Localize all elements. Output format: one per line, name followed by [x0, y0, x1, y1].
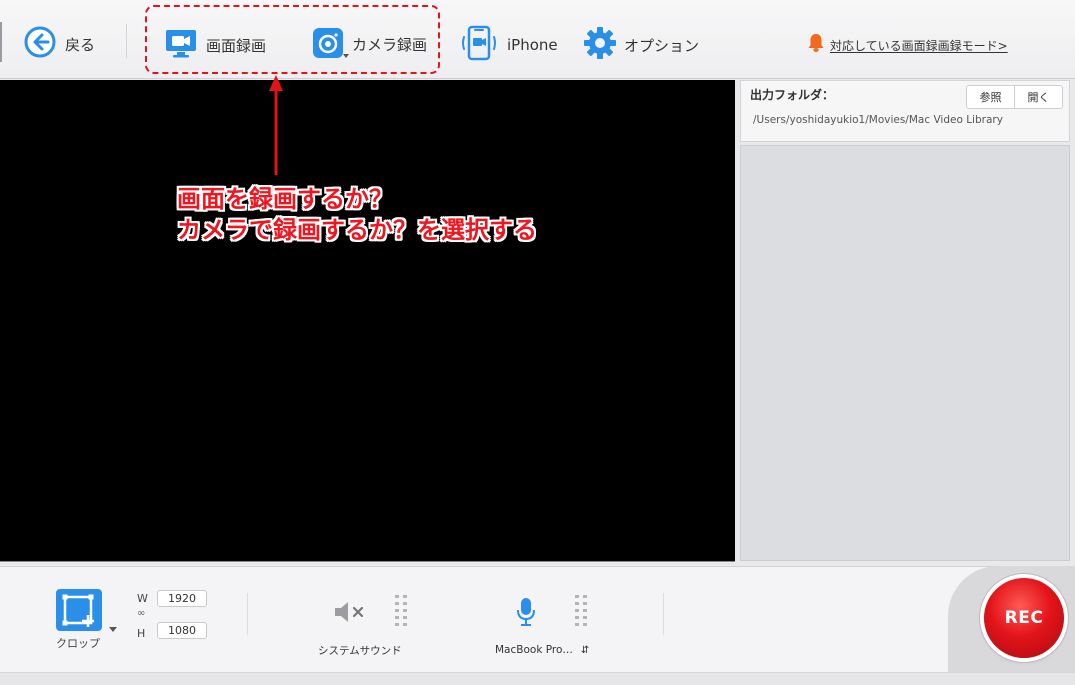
- rec-button[interactable]: REC: [984, 578, 1064, 658]
- annotation-highlight-box: [145, 5, 440, 74]
- annotation-text: 画面を録画するか？ カメラで録画するか？を選択する: [177, 184, 537, 246]
- window-bottom-edge: [0, 672, 1075, 685]
- bottom-divider: [663, 593, 664, 635]
- bottom-divider: [247, 593, 248, 635]
- open-folder-button[interactable]: 開く: [1014, 86, 1062, 108]
- microphone-select[interactable]: MacBook Pro… ⇵: [495, 644, 589, 656]
- microphone-icon[interactable]: [516, 597, 536, 631]
- supported-modes-label: 対応している画面録画録モード>: [830, 38, 1008, 53]
- output-folder-panel: 出力フォルダ： 参照 開く /Users/yoshidayukio1/Movie…: [740, 80, 1070, 142]
- toolbar-divider: [126, 24, 127, 58]
- microphone-select-label: MacBook Pro…: [495, 644, 573, 656]
- height-label: H: [137, 627, 146, 640]
- crop-icon: [56, 594, 102, 635]
- crop-dropdown-chevron-icon[interactable]: [109, 627, 117, 632]
- gear-icon: [582, 25, 618, 65]
- toolbar: 戻る 画面録画 カメラ録画 iPhone オプション 対応している画面録画録モー…: [0, 0, 1075, 79]
- browse-button[interactable]: 参照: [967, 86, 1014, 108]
- recording-list[interactable]: [740, 145, 1070, 561]
- options-label: オプション: [624, 36, 700, 55]
- output-folder-path: /Users/yoshidayukio1/Movies/Mac Video Li…: [753, 114, 1003, 126]
- speaker-muted-icon[interactable]: [333, 600, 367, 628]
- phone-icon: [461, 25, 497, 65]
- back-label: 戻る: [65, 35, 96, 54]
- system-sound-label: システムサウンド: [318, 645, 402, 657]
- chevron-updown-icon: ⇵: [580, 645, 590, 656]
- preview-area: [0, 80, 735, 562]
- height-input[interactable]: 1080: [157, 622, 207, 639]
- annotation-line-1: 画面を録画するか？: [177, 185, 393, 213]
- annotation-arrow-icon: [269, 75, 283, 175]
- folder-button-group: 参照 開く: [966, 85, 1063, 109]
- supported-modes-link[interactable]: 対応している画面録画録モード>: [807, 33, 1008, 57]
- rec-label: REC: [1004, 608, 1044, 628]
- mic-level-handle[interactable]: [575, 595, 589, 627]
- bottom-control-bar: クロップ W 1920 ∞ H 1080 システムサウンド MacBook Pr…: [0, 566, 1075, 675]
- back-button[interactable]: 戻る: [24, 26, 95, 62]
- output-folder-label: 出力フォルダ：: [750, 88, 835, 102]
- crop-button[interactable]: [56, 589, 102, 631]
- window-edge: [0, 22, 2, 62]
- options-button[interactable]: オプション: [582, 25, 699, 65]
- crop-label: クロップ: [56, 637, 100, 650]
- annotation-line-2: カメラで録画するか？を選択する: [177, 216, 537, 244]
- iphone-button[interactable]: iPhone: [461, 25, 558, 65]
- link-aspect-icon[interactable]: ∞: [137, 608, 145, 619]
- bell-icon: [807, 33, 825, 57]
- width-label: W: [137, 592, 148, 605]
- width-input[interactable]: 1920: [157, 590, 207, 607]
- arrow-left-circle-icon: [24, 26, 56, 62]
- iphone-label: iPhone: [507, 36, 558, 54]
- system-sound-level-handle[interactable]: [395, 595, 409, 627]
